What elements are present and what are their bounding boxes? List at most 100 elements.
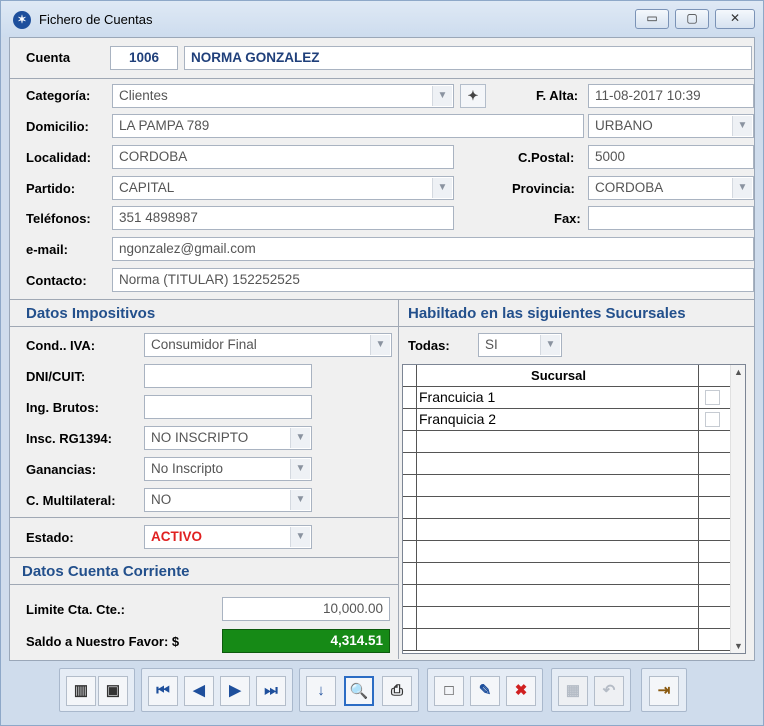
email-field[interactable]: ngonzalez@gmail.com <box>112 237 754 261</box>
categoria-select[interactable]: Clientes ▼ <box>112 84 454 108</box>
toolbar-group-1: ▥ ▣ <box>59 668 135 712</box>
minimize-button[interactable]: ▭ <box>635 9 669 29</box>
localidad-field[interactable]: CORDOBA <box>112 145 454 169</box>
limite-label: Limite Cta. Cte.: <box>26 602 125 617</box>
window-title: Fichero de Cuentas <box>39 12 153 27</box>
divider <box>10 326 398 327</box>
sucursal-checkbox[interactable] <box>705 412 720 427</box>
table-row[interactable] <box>403 475 731 497</box>
bank-button[interactable]: ▥ <box>66 676 96 706</box>
multilateral-select[interactable]: NO ▼ <box>144 488 312 512</box>
divider <box>398 299 399 659</box>
categoria-value: Clientes <box>119 88 168 103</box>
table-row[interactable] <box>403 607 731 629</box>
row-indicator <box>403 409 417 430</box>
domicilio-field[interactable]: LA PAMPA 789 <box>112 114 584 138</box>
saldo-label: Saldo a Nuestro Favor: $ <box>26 634 180 649</box>
first-button[interactable]: ⏮ <box>148 676 178 706</box>
cuenta-name-field[interactable]: NORMA GONZALEZ <box>184 46 752 70</box>
check-cell <box>699 453 731 474</box>
todas-value: SI <box>485 337 498 352</box>
maximize-button[interactable]: ▢ <box>675 9 709 29</box>
fax-field[interactable] <box>588 206 754 230</box>
check-cell <box>699 563 731 584</box>
row-indicator <box>403 629 417 650</box>
ganancias-select[interactable]: No Inscripto ▼ <box>144 457 312 481</box>
partido-select[interactable]: CAPITAL ▼ <box>112 176 454 200</box>
select-button[interactable]: ▣ <box>98 676 128 706</box>
localidad-label: Localidad: <box>26 150 92 165</box>
sucursales-title: Habiltado en las siguientes Sucursales <box>408 305 686 322</box>
email-label: e-mail: <box>26 242 68 257</box>
row-indicator <box>403 519 417 540</box>
contacto-field[interactable]: Norma (TITULAR) 152252525 <box>112 268 754 292</box>
magic-wand-button[interactable]: ✦ <box>460 84 486 108</box>
scroll-down-icon[interactable]: ▼ <box>731 641 746 651</box>
table-row[interactable] <box>403 585 731 607</box>
form-panel: Cuenta 1006 NORMA GONZALEZ Categoría: Cl… <box>9 37 755 661</box>
table-row[interactable]: Franquicia 2 <box>403 409 731 431</box>
toolbar-group-edit: □ ✎ ✖ <box>427 668 543 712</box>
table-row[interactable] <box>403 453 731 475</box>
chevron-down-icon: ▼ <box>732 178 752 198</box>
table-row[interactable] <box>403 563 731 585</box>
sort-button[interactable]: ↓ <box>306 676 336 706</box>
limite-field[interactable]: 10,000.00 <box>222 597 390 621</box>
ing-brutos-field[interactable] <box>144 395 312 419</box>
exit-icon: ⇥ <box>657 682 671 699</box>
last-button[interactable]: ⏭ <box>256 676 286 706</box>
grid-header-sucursal[interactable]: Sucursal <box>417 365 699 386</box>
table-row[interactable] <box>403 519 731 541</box>
toolbar-group-save: ▦ ↶ <box>551 668 631 712</box>
todas-label: Todas: <box>408 338 450 353</box>
undo-button[interactable]: ↶ <box>594 676 624 706</box>
table-row[interactable] <box>403 431 731 453</box>
fax-label: Fax: <box>554 211 581 226</box>
prev-button[interactable]: ◀ <box>184 676 214 706</box>
rg1394-label: Insc. RG1394: <box>26 431 112 446</box>
zona-select[interactable]: URBANO ▼ <box>588 114 754 138</box>
print-button[interactable]: ⎙ <box>382 676 412 706</box>
check-cell <box>699 519 731 540</box>
next-button[interactable]: ▶ <box>220 676 250 706</box>
sucursal-name-cell: Franquicia 2 <box>417 409 699 430</box>
edit-button[interactable]: ✎ <box>470 676 500 706</box>
scroll-up-icon[interactable]: ▲ <box>731 367 746 377</box>
provincia-value: CORDOBA <box>595 180 664 195</box>
cuenta-code-field[interactable]: 1006 <box>110 46 178 70</box>
table-row[interactable] <box>403 629 731 651</box>
new-button[interactable]: □ <box>434 676 464 706</box>
dni-field[interactable] <box>144 364 312 388</box>
dni-label: DNI/CUIT: <box>26 369 86 384</box>
cond-iva-select[interactable]: Consumidor Final ▼ <box>144 333 392 357</box>
cpostal-field[interactable]: 5000 <box>588 145 754 169</box>
telefonos-field[interactable]: 351 4898987 <box>112 206 454 230</box>
table-row[interactable]: Francuicia 1 <box>403 387 731 409</box>
table-row[interactable] <box>403 497 731 519</box>
chevron-down-icon: ▼ <box>432 178 452 198</box>
alta-field[interactable]: 11-08-2017 10:39 <box>588 84 754 108</box>
provincia-select[interactable]: CORDOBA ▼ <box>588 176 754 200</box>
todas-select[interactable]: SI ▼ <box>478 333 562 357</box>
row-indicator <box>403 453 417 474</box>
table-row[interactable] <box>403 541 731 563</box>
next-icon: ▶ <box>229 682 241 699</box>
chevron-down-icon: ▼ <box>432 86 452 106</box>
chevron-down-icon: ▼ <box>540 335 560 355</box>
check-cell <box>699 387 731 408</box>
delete-button[interactable]: ✖ <box>506 676 536 706</box>
save-button[interactable]: ▦ <box>558 676 588 706</box>
exit-button[interactable]: ⇥ <box>649 676 679 706</box>
estado-value: ACTIVO <box>151 529 203 544</box>
grid-header-indicator <box>403 365 417 386</box>
find-button[interactable]: 🔍 <box>344 676 374 706</box>
categoria-label: Categoría: <box>26 88 91 103</box>
edit-icon: ✎ <box>478 682 492 699</box>
estado-select[interactable]: ACTIVO ▼ <box>144 525 312 549</box>
rg1394-select[interactable]: NO INSCRIPTO ▼ <box>144 426 312 450</box>
sucursal-checkbox[interactable] <box>705 390 720 405</box>
close-button[interactable]: ✕ <box>715 9 755 29</box>
save-icon: ▦ <box>565 682 581 699</box>
cuenta-corriente-title: Datos Cuenta Corriente <box>22 563 190 580</box>
grid-scrollbar[interactable]: ▲ ▼ <box>730 365 745 653</box>
